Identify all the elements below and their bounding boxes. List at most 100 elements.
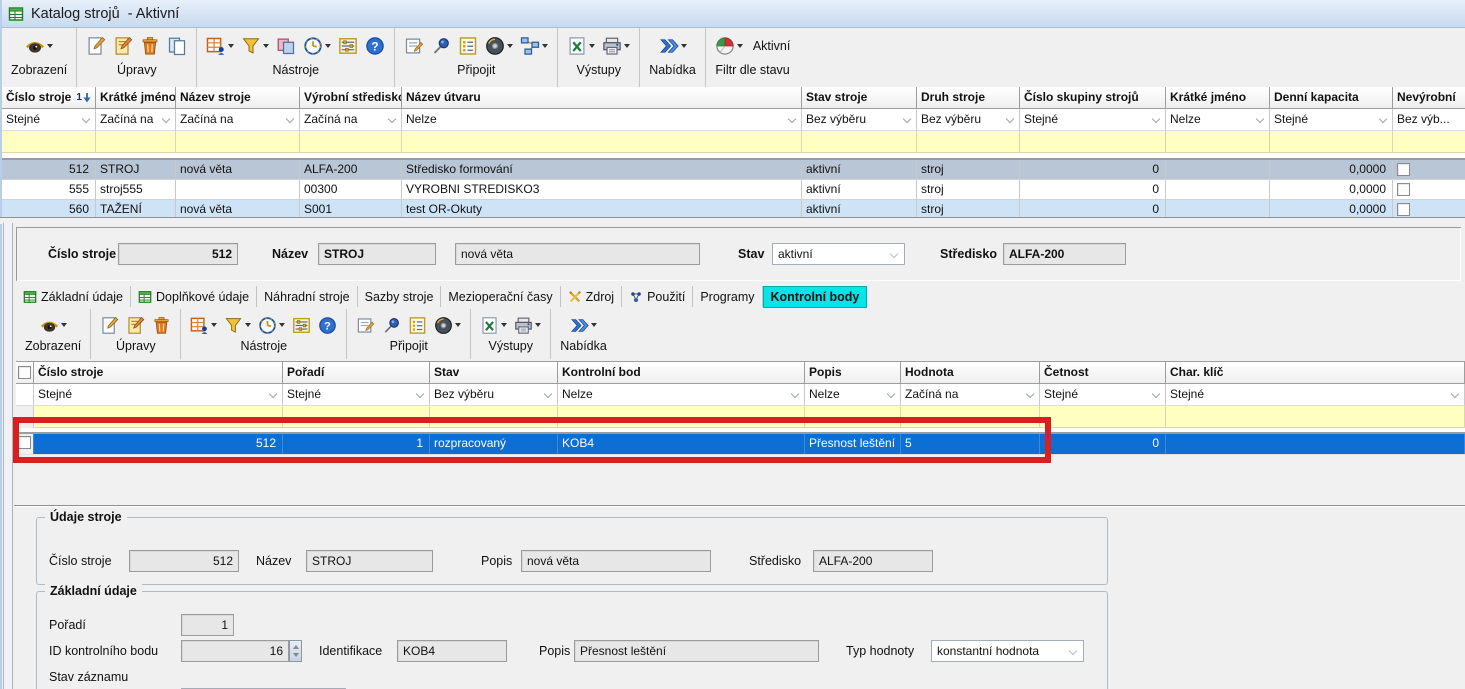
media-button[interactable] (485, 36, 513, 56)
tab-zakladni-udaje[interactable]: Základní údaje (16, 286, 131, 307)
view-menu-button[interactable] (40, 316, 67, 335)
excel-export-button[interactable] (480, 316, 507, 335)
column-header[interactable]: Číslo stroje (34, 362, 283, 384)
pin-button[interactable] (431, 36, 451, 56)
delete-record-button[interactable] (152, 316, 171, 335)
description-field[interactable]: Přesnost leštění (574, 640, 819, 662)
column-header[interactable]: Druh stroje (917, 87, 1020, 109)
machines-grid-search-row[interactable] (2, 131, 1465, 153)
attach-note-button[interactable] (356, 316, 375, 335)
copy-record-button[interactable] (167, 36, 187, 56)
machine-number-field[interactable]: 512 (129, 550, 239, 572)
nonproduction-checkbox[interactable] (1397, 163, 1410, 176)
filter-dropdown[interactable]: Bez výb... (1393, 109, 1465, 131)
point-id-field[interactable]: 16 (181, 640, 289, 662)
column-header[interactable]: Název útvaru (402, 87, 802, 109)
point-id-spinner[interactable] (289, 640, 302, 662)
filter-dropdown[interactable]: Stejné (1166, 384, 1465, 406)
column-header[interactable]: Nevýrobní (1393, 87, 1465, 109)
edit-record-button[interactable] (126, 316, 145, 335)
options-button[interactable] (338, 36, 358, 56)
filter-dropdown[interactable]: Stejné (283, 384, 430, 406)
column-header[interactable]: Stav stroje (802, 87, 917, 109)
description-field[interactable]: nová věta (521, 550, 711, 572)
status-filter-button[interactable] (715, 36, 743, 56)
name-field[interactable]: STROJ (318, 243, 436, 265)
filter-dropdown[interactable]: Začíná na (300, 109, 402, 131)
tab-programy[interactable]: Programy (693, 286, 762, 307)
description-field[interactable]: nová věta (455, 243, 700, 265)
identification-field[interactable]: KOB4 (397, 640, 507, 662)
view-menu-button[interactable] (25, 36, 53, 56)
filter-dropdown[interactable]: Bez výběru (917, 109, 1020, 131)
name-field[interactable]: STROJ (306, 550, 433, 572)
tab-nahradni-stroje[interactable]: Náhradní stroje (257, 286, 357, 307)
column-header[interactable]: Kontrolní bod (558, 362, 805, 384)
filter-dropdown[interactable]: Stejné (34, 384, 283, 406)
edit-record-button[interactable] (113, 36, 133, 56)
column-header[interactable]: Krátké jméno (1166, 87, 1270, 109)
column-header[interactable]: Četnost (1040, 362, 1166, 384)
help-button[interactable] (318, 316, 337, 335)
column-header[interactable]: Číslo skupiny strojů (1020, 87, 1166, 109)
machine-number-field[interactable]: 512 (118, 243, 238, 265)
filter-button[interactable] (241, 36, 269, 56)
status-combobox[interactable]: aktivní (772, 243, 905, 265)
order-field[interactable]: 1 (181, 614, 234, 636)
filter-dropdown[interactable]: Začíná na (901, 384, 1040, 406)
layers-button[interactable] (276, 36, 296, 56)
tab-sazby-stroje[interactable]: Sazby stroje (358, 286, 442, 307)
machine-row[interactable]: 512 STROJ nová věta ALFA-200 Středisko f… (2, 160, 1465, 180)
filter-dropdown[interactable]: Začíná na (96, 109, 176, 131)
filter-button[interactable] (224, 316, 251, 335)
filter-dropdown[interactable]: Bez výběru (430, 384, 558, 406)
filter-dropdown[interactable]: Nelze (558, 384, 805, 406)
column-header[interactable]: Hodnota (901, 362, 1040, 384)
nonproduction-checkbox[interactable] (1397, 183, 1410, 196)
filter-dropdown[interactable]: Stejné (1040, 384, 1166, 406)
points-grid-search-row[interactable] (16, 406, 1465, 428)
column-header[interactable]: Název stroje (176, 87, 300, 109)
task-list-button[interactable] (408, 316, 427, 335)
tab-pouziti[interactable]: Použití (622, 286, 693, 307)
column-header-cislo-stroje[interactable]: Číslo stroje1 (2, 87, 96, 109)
new-record-button[interactable] (86, 36, 106, 56)
new-record-button[interactable] (100, 316, 119, 335)
filter-dropdown[interactable]: Stejné (1020, 109, 1166, 131)
column-header[interactable]: Krátké jméno (96, 87, 176, 109)
column-header[interactable]: Popis (805, 362, 901, 384)
filter-dropdown[interactable]: Nelze (1166, 109, 1270, 131)
filter-dropdown[interactable]: Stejné (1270, 109, 1393, 131)
task-list-button[interactable] (458, 36, 478, 56)
history-button[interactable] (258, 316, 285, 335)
media-button[interactable] (434, 316, 461, 335)
help-button[interactable] (365, 36, 385, 56)
row-select-checkbox[interactable] (18, 436, 31, 449)
menu-button[interactable] (659, 36, 687, 56)
options-button[interactable] (292, 316, 311, 335)
tab-zdroj[interactable]: Zdroj (561, 286, 622, 307)
column-header[interactable]: Stav (430, 362, 558, 384)
filter-dropdown[interactable]: Stejné (2, 109, 96, 131)
machine-row[interactable]: 555 stroj555 00300 VYROBNI STREDISKO3 ak… (2, 180, 1465, 200)
collapsed-side-splitter[interactable] (3, 223, 13, 689)
menu-button[interactable] (570, 316, 597, 335)
excel-export-button[interactable] (567, 36, 595, 56)
tab-mezioperacni-casy[interactable]: Mezioperační časy (441, 286, 560, 307)
horizontal-splitter[interactable] (0, 217, 1465, 224)
attach-note-button[interactable] (404, 36, 424, 56)
column-header[interactable]: Denní kapacita (1270, 87, 1393, 109)
column-header[interactable]: Pořadí (283, 362, 430, 384)
select-all-checkbox[interactable] (18, 366, 31, 379)
control-point-row[interactable]: 512 1 rozpracovaný KOB4 Přesnost leštění… (16, 434, 1465, 454)
print-button[interactable] (602, 36, 630, 56)
tab-doplnkove-udaje[interactable]: Doplňkové údaje (131, 286, 257, 307)
history-button[interactable] (303, 36, 331, 56)
column-header[interactable]: Výrobní středisko (300, 87, 402, 109)
workflow-button[interactable] (520, 36, 548, 56)
print-button[interactable] (514, 316, 541, 335)
tab-kontrolni-body[interactable]: Kontrolní body (763, 286, 868, 308)
center-field[interactable]: ALFA-200 (1003, 243, 1126, 265)
filter-dropdown[interactable]: Bez výběru (802, 109, 917, 131)
filter-dropdown[interactable]: Nelze (805, 384, 901, 406)
